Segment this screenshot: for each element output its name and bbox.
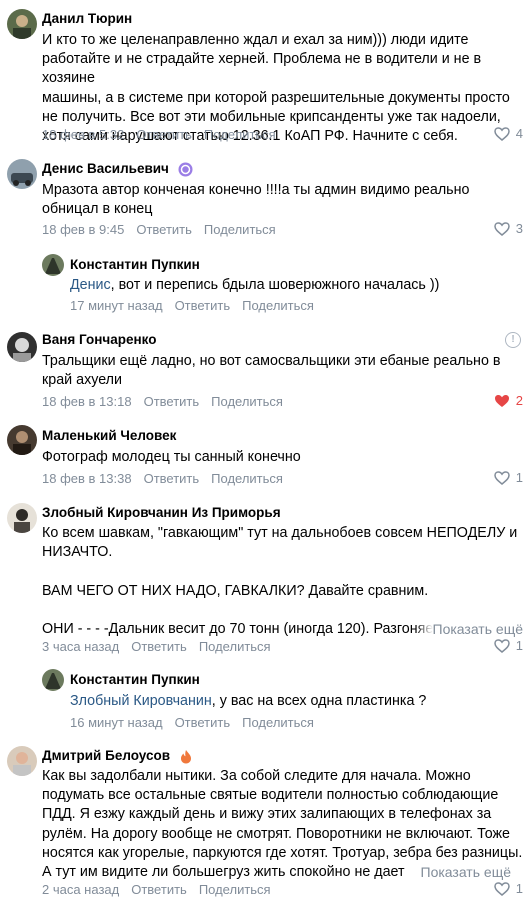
reply-comment: Константин Пупкин Злобный Кировчанин, у … [0,660,531,736]
share-button[interactable]: Поделиться [204,127,276,142]
mention-link[interactable]: Денис [70,277,111,293]
reply-button[interactable]: Ответить [136,222,192,237]
author-name[interactable]: Маленький Человек [42,427,176,445]
comment-meta: 18 фев в 13:18 Ответить Поделиться [42,394,283,410]
like-count: 3 [515,221,523,236]
timestamp[interactable]: 3 часа назад [42,639,119,654]
like-button[interactable]: 1 [494,470,523,485]
heart-icon [494,221,510,236]
avatar[interactable] [7,9,37,39]
timestamp[interactable]: 18 фев в 13:38 [42,471,132,486]
like-button[interactable]: 1 [494,881,523,896]
share-button[interactable]: Поделиться [211,394,283,409]
like-count: 1 [515,638,523,653]
reply-button[interactable]: Ответить [144,471,200,486]
timestamp[interactable]: 17 минут назад [70,298,163,313]
heart-icon [494,470,510,485]
reply-button[interactable]: Ответить [131,639,187,654]
info-icon[interactable]: ! [505,332,521,348]
avatar[interactable] [7,746,37,776]
comment-text: Тральщики ещё ладно, но вот самосвальщик… [42,353,501,389]
comment: Злобный Кировчанин Из Приморья Ко всем ш… [0,490,531,660]
share-button[interactable]: Поделиться [199,639,271,654]
avatar[interactable] [7,503,37,533]
share-button[interactable]: Поделиться [242,298,314,313]
comment: Маленький Человек Фотограф молодец ты са… [0,414,531,490]
share-button[interactable]: Поделиться [204,222,276,237]
timestamp[interactable]: 18 фев в 5:32 [42,127,124,142]
share-button[interactable]: Поделиться [199,882,271,897]
like-button[interactable]: 4 [494,126,523,141]
heart-icon [494,881,510,896]
like-count: 1 [515,470,523,485]
verified-badge-icon [178,162,193,177]
like-button[interactable]: 3 [494,221,523,236]
like-count: 4 [515,126,523,141]
like-button[interactable]: 2 [494,393,523,408]
timestamp[interactable]: 16 минут назад [70,715,163,730]
like-count: 1 [515,881,523,896]
avatar[interactable] [7,159,37,189]
comment-text: Мразота автор конченая конечно !!!!а ты … [42,182,470,218]
reply-button[interactable]: Ответить [136,127,192,142]
author-name[interactable]: Злобный Кировчанин Из Приморья [42,504,281,522]
timestamp[interactable]: 18 фев в 9:45 [42,222,124,237]
comment-meta: 18 фев в 13:38 Ответить Поделиться [42,471,283,487]
comment-meta: 2 часа назад Ответить Поделиться [42,882,271,898]
heart-filled-icon [494,394,509,407]
timestamp[interactable]: 18 фев в 13:18 [42,394,132,409]
avatar[interactable] [42,669,64,691]
author-name[interactable]: Константин Пупкин [70,671,200,689]
author-name[interactable]: Денис Васильевич [42,160,193,178]
reply-button[interactable]: Ответить [175,298,231,313]
show-more-link[interactable]: Показать ещё [414,620,523,639]
comment-meta: 3 часа назад Ответить Поделиться [42,639,271,655]
comment: Данил Тюрин И кто то же целенаправленно … [0,0,531,150]
reply-button[interactable]: Ответить [131,882,187,897]
mention-link[interactable]: Злобный Кировчанин [70,693,212,709]
reply-comment: Константин Пупкин Денис, вот и перепись … [0,246,531,318]
comment-text: Фотограф молодец ты санный конечно [42,449,301,465]
comment-meta: 16 минут назад Ответить Поделиться [70,715,314,731]
comment: Денис Васильевич Мразота автор конченая … [0,150,531,246]
like-count: 2 [515,393,523,408]
show-more-link[interactable]: Показать ещё [402,863,511,882]
timestamp[interactable]: 2 часа назад [42,882,119,897]
heart-icon [494,126,510,141]
share-button[interactable]: Поделиться [242,715,314,730]
comment: Дмитрий Белоусов Как вы задолбали нытики… [0,736,531,902]
comment-meta: 17 минут назад Ответить Поделиться [70,298,314,314]
heart-icon [494,638,510,653]
reply-button[interactable]: Ответить [175,715,231,730]
comment: Ваня Гончаренко ! Тральщики ещё ладно, н… [0,318,531,414]
fire-badge-icon [180,749,191,764]
comment-text: Денис, вот и перепись бдыла шоверюжного … [70,277,440,293]
comment-text: Злобный Кировчанин, у вас на всех одна п… [70,693,427,709]
comment-meta: 18 фев в 5:32 Ответить Поделиться [42,127,276,143]
avatar[interactable] [42,254,64,276]
author-name[interactable]: Константин Пупкин [70,256,200,274]
author-name[interactable]: Ваня Гончаренко [42,331,157,349]
avatar[interactable] [7,332,37,362]
reply-button[interactable]: Ответить [144,394,200,409]
like-button[interactable]: 1 [494,638,523,653]
avatar[interactable] [7,425,37,455]
author-name[interactable]: Дмитрий Белоусов [42,747,193,765]
author-name[interactable]: Данил Тюрин [42,10,132,28]
comment-meta: 18 фев в 9:45 Ответить Поделиться [42,222,276,238]
share-button[interactable]: Поделиться [211,471,283,486]
